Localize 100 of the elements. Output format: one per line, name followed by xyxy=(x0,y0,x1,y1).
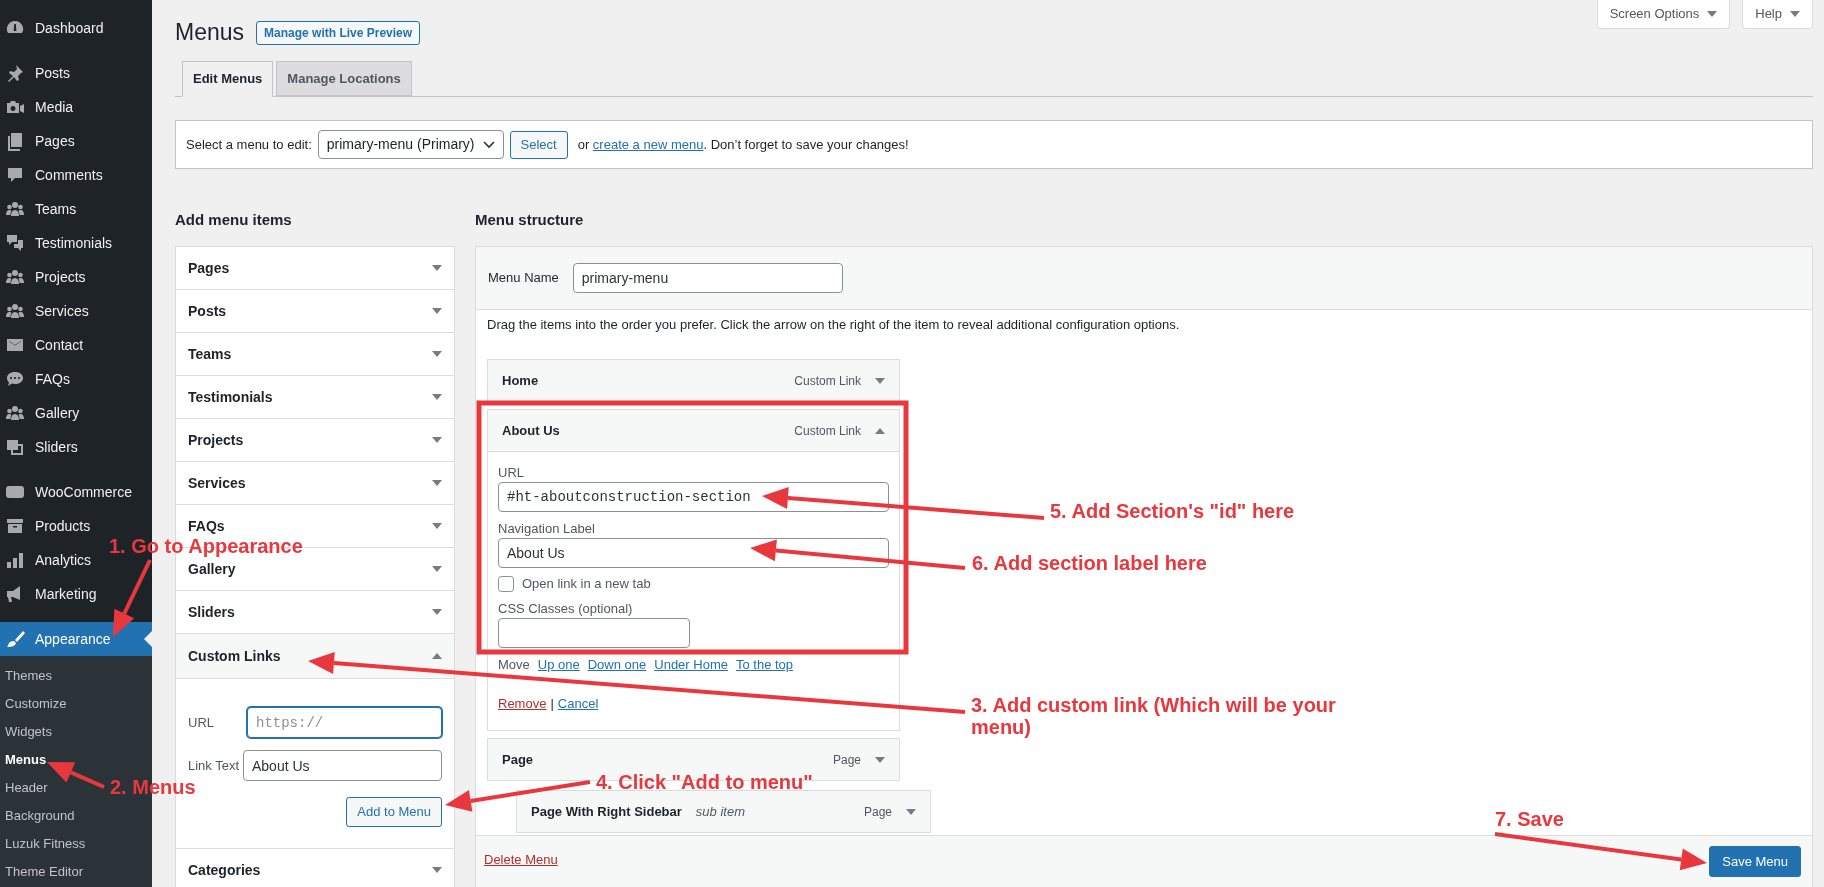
move-link[interactable]: To the top xyxy=(735,656,794,674)
delete-menu-link[interactable]: Delete Menu xyxy=(484,850,558,870)
menu-item[interactable]: About Us Custom Link xyxy=(487,409,900,452)
link-text-field[interactable]: About Us xyxy=(243,750,442,781)
paintbrush-icon xyxy=(5,629,25,649)
chevron-down-icon xyxy=(482,140,495,149)
url-field[interactable]: https:// xyxy=(247,707,442,738)
accordion-header[interactable]: Teams xyxy=(176,333,454,376)
people-icon xyxy=(5,301,25,321)
sidebar-item[interactable]: Services xyxy=(0,294,93,328)
caret-down-icon xyxy=(432,609,442,615)
sidebar-item[interactable]: Sliders xyxy=(0,430,82,464)
caret-down-icon xyxy=(432,480,442,486)
submenu-item[interactable]: Luzuk Fitness xyxy=(0,830,90,858)
instructions-text: Drag the items into the order you prefer. Click the arrow on the right of the item to reveal additional configuration options. xyxy=(487,316,1181,334)
accordion-header[interactable]: Posts xyxy=(176,290,454,333)
navigation-label-field[interactable]: About Us xyxy=(498,538,889,568)
accordion-header[interactable]: Testimonials xyxy=(176,376,454,419)
sidebar-item[interactable]: Appearance xyxy=(0,622,152,656)
sidebar-item[interactable]: Projects xyxy=(0,260,90,294)
arrow xyxy=(47,762,105,789)
select-hint: or create a new menu. Don’t forget to save your changes! xyxy=(577,135,909,154)
sidebar-item[interactable]: Contact xyxy=(0,328,88,362)
save-menu-button[interactable]: Save Menu xyxy=(1709,846,1801,877)
sidebar-item[interactable]: Testimonials xyxy=(0,226,117,260)
menu-dropdown[interactable]: primary-menu (Primary) xyxy=(317,130,504,159)
submenu-item[interactable]: Themes xyxy=(0,662,56,690)
chat-icon xyxy=(5,369,25,389)
caret-down-icon xyxy=(432,394,442,400)
annotation-label: 6. Add section label here xyxy=(972,552,1207,574)
caret-down-icon xyxy=(432,523,442,529)
bar-chart-icon xyxy=(5,550,25,570)
new-tab-checkbox[interactable] xyxy=(498,576,514,592)
live-preview-button[interactable]: Manage with Live Preview xyxy=(256,21,421,45)
field-label: Link Text xyxy=(188,756,241,775)
people-icon xyxy=(5,267,25,287)
caret-down-icon xyxy=(875,377,885,384)
caret-down-icon xyxy=(1790,11,1800,17)
field-label: URL xyxy=(188,713,215,732)
submenu-item[interactable]: Customize xyxy=(0,690,71,718)
submenu-item[interactable]: Header xyxy=(0,774,52,802)
page-title: Menus xyxy=(175,18,245,47)
accordion-header[interactable]: Pages xyxy=(176,247,454,290)
accordion-header[interactable]: Custom Links xyxy=(176,634,454,679)
submenu-item[interactable]: Theme Editor xyxy=(0,858,88,886)
section-heading: Add menu items xyxy=(175,210,293,230)
field-label: URL xyxy=(498,464,525,482)
sidebar-item[interactable]: Dashboard xyxy=(0,11,108,45)
menu-item[interactable]: Home Custom Link xyxy=(487,359,900,402)
accordion-header[interactable]: Projects xyxy=(176,419,454,462)
sidebar-item[interactable]: Marketing xyxy=(0,577,101,611)
separator-text: | xyxy=(550,695,554,713)
checkbox-label: Open link in a new tab xyxy=(522,575,651,593)
sidebar-item[interactable]: Analytics xyxy=(0,543,96,577)
add-to-menu-button[interactable]: Add to Menu xyxy=(346,797,442,827)
caret-down-icon xyxy=(432,437,442,443)
annotation-label: 7. Save xyxy=(1495,808,1564,830)
people-icon xyxy=(5,199,25,219)
pages-icon xyxy=(5,131,25,151)
sidebar-item[interactable]: Pages xyxy=(0,124,79,158)
sidebar-item[interactable]: Media xyxy=(0,90,78,124)
sidebar-item[interactable]: Products xyxy=(0,509,95,543)
sidebar-item[interactable]: FAQs xyxy=(0,362,74,396)
move-label: Move xyxy=(498,656,530,674)
accordion-header[interactable]: Categories xyxy=(176,849,454,887)
url-field[interactable]: #ht-aboutconstruction-section xyxy=(498,482,889,512)
tab[interactable]: Edit Menus xyxy=(182,61,274,97)
annotation-label: 5. Add Section's "id" here xyxy=(1050,500,1295,522)
caret-down-icon xyxy=(432,566,442,572)
accordion-header[interactable]: Services xyxy=(176,462,454,505)
remove-link[interactable]: Remove xyxy=(498,695,547,713)
select-button[interactable]: Select xyxy=(509,130,568,159)
caret-down-icon xyxy=(432,265,442,271)
submenu-item[interactable]: Background xyxy=(0,802,79,830)
sidebar-item[interactable]: Teams xyxy=(0,192,81,226)
menu-name-field[interactable]: primary-menu xyxy=(572,263,843,293)
move-link[interactable]: Under Home xyxy=(654,656,728,674)
css-classes-field[interactable] xyxy=(498,618,690,648)
screen-options-button[interactable]: Screen Options xyxy=(1596,0,1731,29)
move-link[interactable]: Up one xyxy=(537,656,580,674)
help-button[interactable]: Help xyxy=(1742,0,1813,29)
caret-down-icon xyxy=(1707,11,1718,17)
menu-item[interactable]: Page With Right Sidebar sub item Page xyxy=(516,790,931,833)
sidebar-item[interactable]: Comments xyxy=(0,158,107,192)
submenu-item[interactable]: Widgets xyxy=(0,718,56,746)
tab[interactable]: Manage Locations xyxy=(276,61,412,96)
caret-down-icon xyxy=(432,351,442,357)
field-label: CSS Classes (optional) xyxy=(498,600,634,618)
sidebar-item[interactable]: Posts xyxy=(0,56,74,90)
sidebar-item[interactable]: Gallery xyxy=(0,396,84,430)
images-icon xyxy=(5,437,25,457)
field-label: Menu Name xyxy=(488,269,559,288)
sidebar-item[interactable]: WooCommerce xyxy=(0,475,136,509)
field-label: Navigation Label xyxy=(498,520,596,538)
cancel-link[interactable]: Cancel xyxy=(557,695,599,713)
move-link[interactable]: Down one xyxy=(587,656,647,674)
section-heading: Menu structure xyxy=(475,210,585,230)
archive-icon xyxy=(5,516,25,536)
caret-up-icon xyxy=(432,653,442,659)
submenu-item[interactable]: Menus xyxy=(0,746,51,774)
